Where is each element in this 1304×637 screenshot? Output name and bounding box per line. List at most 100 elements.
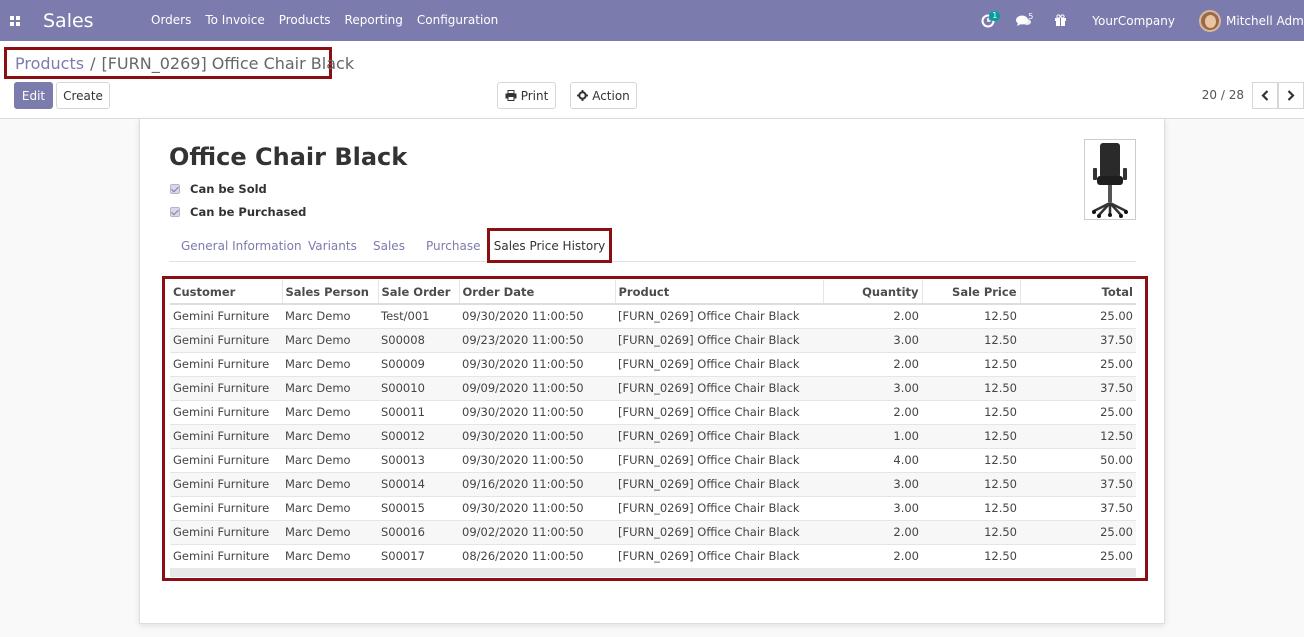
tab-variants[interactable]: Variants: [308, 239, 357, 253]
tab-sales-price-history[interactable]: Sales Price History: [487, 228, 612, 263]
chevron-right-icon: [1287, 90, 1295, 101]
column-header-quantity[interactable]: Quantity: [823, 280, 923, 305]
pager-next-button[interactable]: [1278, 82, 1304, 109]
chevron-left-icon: [1261, 90, 1269, 101]
sales-price-history-table: Customer Sales Person Sale Order Order D…: [170, 280, 1136, 569]
cell-order-date: 08/26/2020 11:00:50: [459, 544, 615, 569]
cell-sale-price: 12.50: [922, 520, 1020, 545]
column-header-total[interactable]: Total: [1020, 280, 1136, 305]
cell-sale-order: S00016: [378, 520, 459, 545]
systray: 1 5 YourCompany Mitchell Admin: [970, 0, 1304, 41]
cell-sales-person: Marc Demo: [282, 328, 378, 353]
breadcrumb-current: [FURN_0269] Office Chair Black: [101, 53, 355, 73]
table-row[interactable]: Gemini Furniture Marc Demo Test/001 09/30/2…: [170, 304, 1136, 329]
pager-previous-button[interactable]: [1252, 82, 1278, 109]
table-row[interactable]: Gemini Furniture Marc Demo S00015 09/30/202…: [170, 496, 1136, 521]
table-row[interactable]: Gemini Furniture Marc Demo S00010 09/09/202…: [170, 376, 1136, 401]
tab-general-information[interactable]: General Information: [181, 239, 302, 253]
cell-order-date: 09/23/2020 11:00:50: [459, 328, 615, 353]
cell-total: 50.00: [1020, 448, 1136, 473]
form-sheet: Office Chair Black Can be Sold Can be Pu…: [139, 119, 1165, 624]
menu-item-orders[interactable]: Orders: [144, 0, 198, 41]
edit-button[interactable]: Edit: [14, 82, 53, 109]
menu-item-reporting[interactable]: Reporting: [338, 0, 410, 41]
app-name[interactable]: Sales: [43, 10, 130, 32]
product-image[interactable]: [1084, 139, 1136, 220]
column-header-order-date[interactable]: Order Date: [459, 280, 616, 305]
messages-chat-icon[interactable]: 5: [1006, 0, 1042, 41]
cell-total: 37.50: [1020, 472, 1136, 497]
table-header-row: Customer Sales Person Sale Order Order D…: [170, 280, 1136, 305]
cell-sale-price: 12.50: [922, 496, 1020, 521]
cell-sale-order: S00012: [378, 424, 459, 449]
can-be-sold-checkbox[interactable]: [170, 184, 180, 194]
activity-clock-icon[interactable]: 1: [970, 0, 1006, 41]
table-row[interactable]: Gemini Furniture Marc Demo S00013 09/30/202…: [170, 448, 1136, 473]
can-be-sold-label: Can be Sold: [190, 182, 267, 196]
menu-item-to-invoice[interactable]: To Invoice: [198, 0, 271, 41]
cell-quantity: 1.00: [823, 424, 922, 449]
column-header-sale-order[interactable]: Sale Order: [378, 280, 460, 305]
column-header-product[interactable]: Product: [615, 280, 824, 305]
column-header-sale-price[interactable]: Sale Price: [922, 280, 1021, 305]
menu-item-products[interactable]: Products: [272, 0, 338, 41]
gift-icon[interactable]: [1042, 0, 1078, 41]
cell-sales-person: Marc Demo: [282, 472, 378, 497]
cell-product: [FURN_0269] Office Chair Black: [615, 520, 823, 545]
cell-sale-order: S00013: [378, 448, 459, 473]
tab-purchase[interactable]: Purchase: [426, 239, 481, 253]
company-switcher[interactable]: YourCompany: [1092, 14, 1175, 28]
cell-product: [FURN_0269] Office Chair Black: [615, 304, 823, 329]
tab-sales[interactable]: Sales: [373, 239, 405, 253]
breadcrumb-products-link[interactable]: Products: [15, 54, 84, 73]
cell-sale-order: S00009: [378, 352, 459, 377]
create-button[interactable]: Create: [56, 82, 110, 109]
column-header-customer[interactable]: Customer: [170, 280, 283, 305]
cell-quantity: 3.00: [823, 328, 922, 353]
cell-sale-price: 12.50: [922, 304, 1020, 329]
pager-value[interactable]: 20 / 28: [1202, 88, 1244, 102]
cell-product: [FURN_0269] Office Chair Black: [615, 376, 823, 401]
cell-order-date: 09/09/2020 11:00:50: [459, 376, 615, 401]
office-chair-icon: [1092, 143, 1128, 218]
table-row[interactable]: Gemini Furniture Marc Demo S00016 09/02/202…: [170, 520, 1136, 545]
cell-sale-price: 12.50: [922, 448, 1020, 473]
cell-customer: Gemini Furniture: [170, 448, 282, 473]
table-row[interactable]: Gemini Furniture Marc Demo S00017 08/26/202…: [170, 544, 1136, 569]
menu-item-configuration[interactable]: Configuration: [410, 0, 505, 41]
cell-quantity: 2.00: [823, 520, 922, 545]
cell-customer: Gemini Furniture: [170, 424, 282, 449]
print-button[interactable]: Print: [497, 82, 556, 109]
cell-quantity: 3.00: [823, 496, 922, 521]
messages-count-badge: 5: [1028, 12, 1034, 21]
main-menu: Orders To Invoice Products Reporting Con…: [144, 0, 505, 41]
cell-customer: Gemini Furniture: [170, 328, 282, 353]
user-menu[interactable]: Mitchell Admin: [1226, 14, 1304, 28]
table-row[interactable]: Gemini Furniture Marc Demo S00008 09/23/202…: [170, 328, 1136, 353]
cell-order-date: 09/02/2020 11:00:50: [459, 520, 615, 545]
cell-customer: Gemini Furniture: [170, 352, 282, 377]
cell-customer: Gemini Furniture: [170, 400, 282, 425]
cell-product: [FURN_0269] Office Chair Black: [615, 352, 823, 377]
cell-sales-person: Marc Demo: [282, 352, 378, 377]
user-avatar[interactable]: [1199, 9, 1221, 32]
can-be-purchased-checkbox[interactable]: [170, 207, 180, 217]
cell-order-date: 09/30/2020 11:00:50: [459, 448, 615, 473]
cell-total: 25.00: [1020, 352, 1136, 377]
action-button[interactable]: Action: [570, 82, 637, 109]
cell-sales-person: Marc Demo: [282, 304, 378, 329]
table-row[interactable]: Gemini Furniture Marc Demo S00011 09/30/202…: [170, 400, 1136, 425]
table-row[interactable]: Gemini Furniture Marc Demo S00014 09/16/202…: [170, 472, 1136, 497]
cell-total: 37.50: [1020, 496, 1136, 521]
cell-order-date: 09/16/2020 11:00:50: [459, 472, 615, 497]
cell-sales-person: Marc Demo: [282, 448, 378, 473]
control-panel: Products / [FURN_0269] Office Chair Blac…: [0, 41, 1304, 119]
cell-total: 37.50: [1020, 376, 1136, 401]
column-header-sales-person[interactable]: Sales Person: [282, 280, 379, 305]
cell-order-date: 09/30/2020 11:00:50: [459, 424, 615, 449]
apps-menu-icon[interactable]: [0, 0, 30, 41]
cell-total: 12.50: [1020, 424, 1136, 449]
table-row[interactable]: Gemini Furniture Marc Demo S00009 09/30/202…: [170, 352, 1136, 377]
cell-sale-price: 12.50: [922, 424, 1020, 449]
table-row[interactable]: Gemini Furniture Marc Demo S00012 09/30/202…: [170, 424, 1136, 449]
